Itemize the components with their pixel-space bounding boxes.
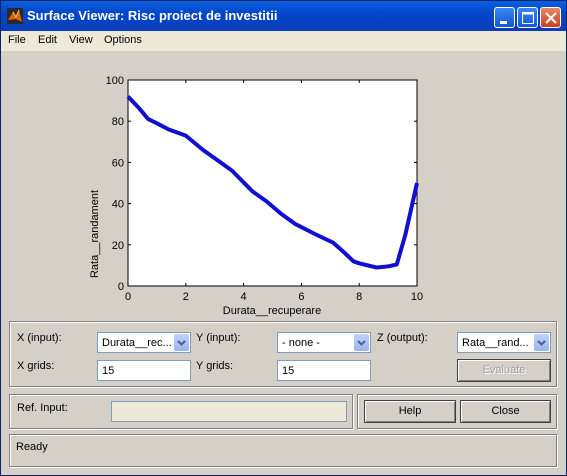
x-axis-label: Durata__recuperare — [223, 305, 321, 317]
window-title: Surface Viewer: Risc proiect de investit… — [27, 8, 278, 23]
y-tick-label: 0 — [118, 281, 124, 293]
close-button[interactable]: Close — [460, 400, 551, 423]
buttons-panel: Help Close — [357, 394, 557, 429]
maximize-button[interactable] — [517, 7, 538, 28]
menu-bar: File Edit View Options — [1, 31, 566, 51]
x-tick-label: 10 — [411, 291, 423, 303]
x-grids-label: X grids: — [17, 360, 55, 372]
x-input-label: X (input): — [17, 332, 62, 344]
x-input-dropdown[interactable]: Durata__rec... — [97, 332, 191, 353]
chevron-down-icon — [534, 334, 549, 351]
y-tick-label: 100 — [106, 75, 124, 87]
x-grids-value: 15 — [102, 365, 115, 377]
ref-input-panel: Ref. Input: — [9, 394, 353, 429]
maximize-icon — [522, 12, 534, 24]
close-window-button[interactable] — [540, 7, 561, 28]
plot-area — [127, 79, 418, 287]
y-tick-label: 60 — [112, 157, 124, 169]
menu-options[interactable]: Options — [104, 34, 142, 46]
close-icon — [545, 12, 557, 24]
ref-input-label: Ref. Input: — [17, 402, 68, 414]
minimize-button[interactable] — [494, 7, 515, 28]
ref-input-field[interactable] — [111, 401, 347, 422]
x-input-value: Durata__rec... — [102, 337, 172, 349]
x-tick-label: 6 — [298, 291, 304, 303]
x-tick-label: 2 — [183, 291, 189, 303]
chevron-down-icon — [354, 334, 369, 351]
x-tick-label: 8 — [356, 291, 362, 303]
menu-file[interactable]: File — [8, 34, 26, 46]
y-tick-label: 80 — [112, 116, 124, 128]
x-grids-input[interactable]: 15 — [97, 360, 191, 381]
minimize-icon — [500, 21, 507, 24]
y-grids-input[interactable]: 15 — [277, 360, 371, 381]
menu-view[interactable]: View — [69, 34, 93, 46]
status-text: Ready — [16, 441, 48, 453]
help-button[interactable]: Help — [364, 400, 456, 423]
matlab-icon — [7, 8, 23, 24]
x-tick-label: 0 — [125, 291, 131, 303]
z-output-dropdown[interactable]: Rata__rand... — [457, 332, 551, 353]
y-tick-label: 40 — [112, 199, 124, 211]
surface-plot[interactable]: 0 2 4 6 8 10020406080100 Durata__recuperare R… — [1, 51, 566, 319]
y-tick-label: 20 — [112, 240, 124, 252]
title-bar[interactable]: Surface Viewer: Risc proiect de investit… — [1, 1, 566, 31]
y-input-value: - none - — [282, 337, 320, 349]
z-output-label: Z (output): — [377, 332, 428, 344]
y-input-label: Y (input): — [196, 332, 241, 344]
z-output-value: Rata__rand... — [462, 337, 529, 349]
menu-edit[interactable]: Edit — [38, 34, 57, 46]
x-tick-label: 4 — [241, 291, 247, 303]
axes-controls-panel: X (input): Durata__rec... Y (input): - n… — [9, 321, 557, 387]
y-input-dropdown[interactable]: - none - — [277, 332, 371, 353]
status-panel: Ready — [9, 434, 557, 467]
evaluate-button[interactable]: Evaluate — [457, 359, 551, 382]
y-grids-label: Y grids: — [196, 360, 234, 372]
chevron-down-icon — [174, 334, 189, 351]
y-axis-label: Rata__randament — [89, 190, 101, 278]
surface-viewer-window: Surface Viewer: Risc proiect de investit… — [0, 0, 567, 476]
y-grids-value: 15 — [282, 365, 295, 377]
